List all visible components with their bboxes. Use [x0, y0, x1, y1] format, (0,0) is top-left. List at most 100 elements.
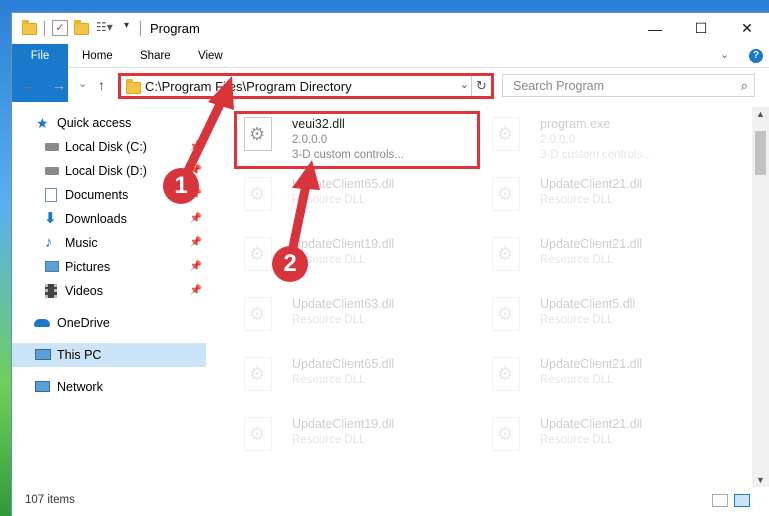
nav-item-label: Music — [65, 236, 98, 250]
forward-button[interactable]: → — [52, 77, 66, 93]
folder-icon — [22, 20, 38, 36]
file-item[interactable]: UpdateClient21.dll Resource DLL — [482, 411, 718, 469]
file-type: Resource DLL — [540, 434, 614, 446]
nav-item-label: Pictures — [65, 260, 111, 274]
file-version: 2.0.0.0 — [540, 134, 576, 146]
nav-item-downloads[interactable]: ⬇ Downloads 📌 — [12, 207, 206, 231]
file-type: Resource DLL — [540, 374, 614, 386]
recent-locations-button[interactable]: ⌄ — [78, 77, 87, 90]
folder-icon — [126, 79, 141, 94]
dll-file-icon — [492, 297, 520, 331]
nav-item-pictures[interactable]: Pictures 📌 — [12, 255, 206, 279]
nav-item-local-disk-c[interactable]: Local Disk (C:) 📌 — [12, 135, 206, 159]
file-item[interactable]: UpdateClient19.dll Resource DLL — [234, 231, 470, 289]
nav-item-music[interactable]: ♪ Music 📌 — [12, 231, 206, 255]
file-name: UpdateClient21.dll — [540, 357, 643, 371]
dll-file-icon — [492, 177, 520, 211]
help-icon[interactable]: ? — [749, 49, 763, 63]
exe-file-icon — [492, 117, 520, 151]
maximize-button[interactable]: ☐ — [678, 13, 724, 44]
file-type: Resource DLL — [540, 254, 614, 266]
pin-icon[interactable]: 📌 — [190, 135, 202, 159]
file-item[interactable]: UpdateClient21.dll Resource DLL — [482, 171, 718, 229]
pin-icon[interactable]: 📌 — [190, 255, 202, 279]
pin-icon[interactable]: 📌 — [190, 279, 202, 303]
file-name: UpdateClient19.dll — [292, 237, 395, 251]
nav-item-videos[interactable]: Videos 📌 — [12, 279, 206, 303]
expand-ribbon-icon[interactable]: ⌄ — [720, 48, 729, 61]
tab-view[interactable]: View — [188, 44, 233, 68]
file-name: UpdateClient21.dll — [540, 237, 643, 251]
minimize-button[interactable]: — — [632, 13, 678, 44]
customize-toolbar-icon[interactable]: ☷▾ — [96, 20, 113, 36]
divider — [44, 21, 45, 36]
drive-icon — [45, 167, 59, 175]
title-bar: ✓ ☷▾ ▾ Program — ☐ ✕ — [12, 13, 769, 44]
search-box[interactable]: Search Program ⌕ — [502, 74, 755, 97]
vertical-scrollbar[interactable]: ▲ ▼ — [752, 107, 769, 487]
new-folder-icon[interactable] — [74, 20, 90, 36]
file-type: Resource DLL — [540, 314, 614, 326]
network-icon — [35, 381, 50, 392]
back-button[interactable]: ← — [22, 77, 36, 93]
nav-item-network[interactable]: Network — [12, 375, 206, 399]
scrollbar-thumb[interactable] — [755, 131, 766, 175]
pin-icon[interactable]: 📌 — [190, 207, 202, 231]
file-name: UpdateClient65.dll — [292, 177, 395, 191]
details-view-button[interactable] — [712, 494, 728, 507]
highlight-frame — [234, 111, 480, 169]
window-title: Program — [150, 21, 200, 36]
dll-file-icon — [492, 357, 520, 391]
file-type: Resource DLL — [292, 314, 366, 326]
scroll-down-arrow[interactable]: ▼ — [756, 475, 765, 485]
scroll-up-arrow[interactable]: ▲ — [756, 109, 765, 119]
file-name: UpdateClient21.dll — [540, 417, 643, 431]
refresh-button[interactable]: ↻ — [471, 76, 491, 96]
dll-file-icon — [244, 237, 272, 271]
file-item[interactable]: UpdateClient21.dll Resource DLL — [482, 351, 718, 409]
dll-file-icon — [244, 297, 272, 331]
ribbon-tabs: File Home Share View ⌄ ? — [12, 44, 769, 102]
music-icon: ♪ — [45, 234, 53, 251]
file-item[interactable]: UpdateClient65.dll Resource DLL — [234, 171, 470, 229]
address-bar[interactable]: C:\Program Files\Program Directory ⌄ ↻ — [118, 73, 494, 99]
file-item[interactable]: UpdateClient21.dll Resource DLL — [482, 231, 718, 289]
nav-item-label: Network — [57, 380, 103, 394]
pin-icon[interactable]: 📌 — [190, 231, 202, 255]
nav-item-onedrive[interactable]: OneDrive — [12, 311, 206, 335]
search-icon[interactable]: ⌕ — [741, 78, 748, 94]
status-bar: 107 items — [12, 487, 769, 516]
up-button[interactable]: ↑ — [98, 77, 105, 93]
file-name: UpdateClient63.dll — [292, 297, 395, 311]
large-icons-view-button[interactable] — [734, 494, 750, 507]
file-item[interactable]: UpdateClient19.dll Resource DLL — [234, 411, 470, 469]
download-icon: ⬇ — [44, 210, 57, 227]
dll-file-icon — [492, 417, 520, 451]
file-item-program[interactable]: program.exe 2.0.0.0 3-D custom controls.… — [482, 111, 718, 169]
dll-file-icon — [244, 177, 272, 211]
tab-home[interactable]: Home — [72, 44, 123, 68]
address-dropdown-icon[interactable]: ⌄ — [460, 78, 469, 91]
address-path[interactable]: C:\Program Files\Program Directory — [145, 79, 352, 94]
computer-icon — [35, 349, 51, 360]
divider — [140, 21, 141, 36]
cloud-icon — [34, 319, 50, 327]
file-type: Resource DLL — [292, 434, 366, 446]
nav-item-quick-access[interactable]: ★ Quick access — [12, 111, 206, 135]
file-name: UpdateClient5.dll — [540, 297, 636, 311]
file-item[interactable]: UpdateClient63.dll Resource DLL — [234, 291, 470, 349]
dll-file-icon — [244, 417, 272, 451]
dll-file-icon — [492, 237, 520, 271]
dropdown-icon[interactable]: ▾ — [124, 20, 140, 36]
close-button[interactable]: ✕ — [724, 13, 769, 44]
file-type: Resource DLL — [540, 194, 614, 206]
file-item[interactable]: UpdateClient5.dll Resource DLL — [482, 291, 718, 349]
file-description: 3-D custom controls... — [540, 149, 652, 161]
nav-item-label: Downloads — [65, 212, 127, 226]
search-input[interactable]: Search Program — [513, 79, 604, 93]
properties-icon[interactable]: ✓ — [52, 20, 68, 36]
nav-item-this-pc[interactable]: This PC — [12, 343, 206, 367]
tab-share[interactable]: Share — [130, 44, 181, 68]
file-item[interactable]: UpdateClient65.dll Resource DLL — [234, 351, 470, 409]
file-type: Resource DLL — [292, 374, 366, 386]
